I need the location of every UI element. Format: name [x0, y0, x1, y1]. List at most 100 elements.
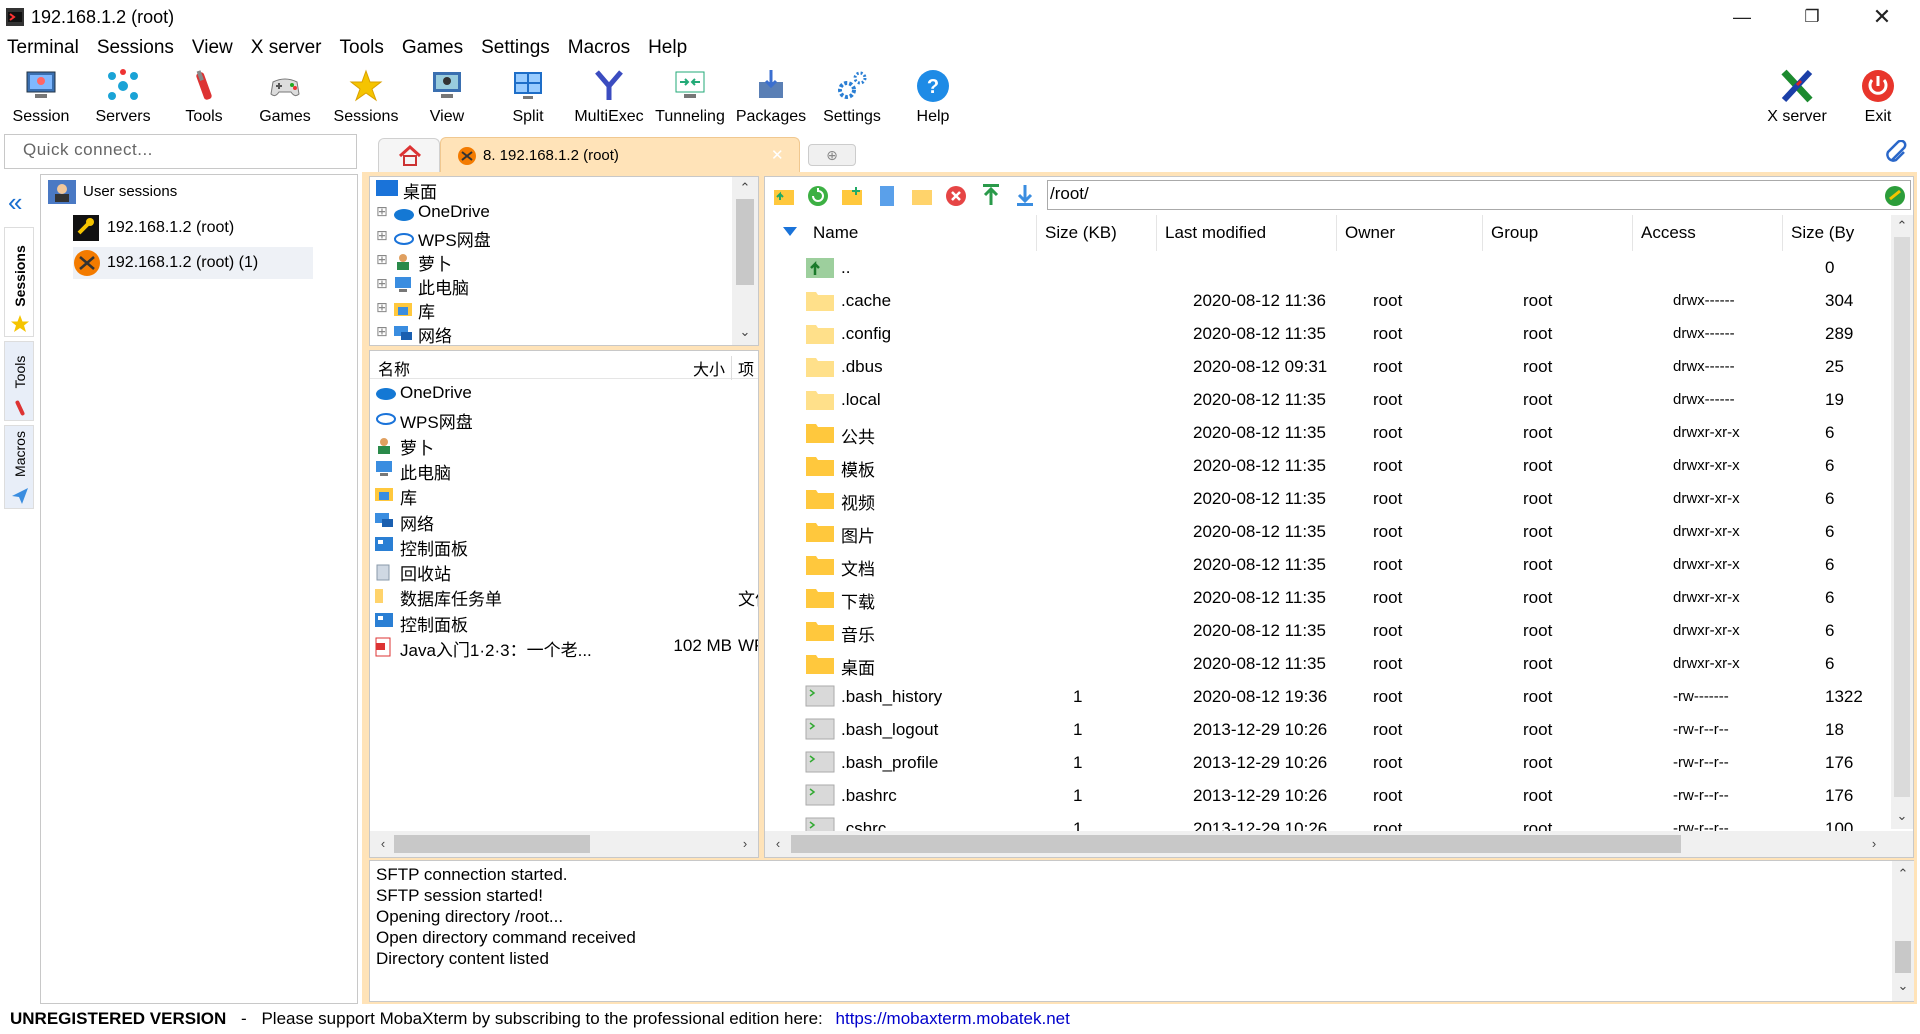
- file-row[interactable]: .config 2020-08-12 11:35 root root drwx-----…: [765, 317, 1889, 350]
- packages-button[interactable]: Packages: [731, 62, 811, 132]
- expand-icon[interactable]: ⊞: [376, 227, 388, 244]
- file-row[interactable]: .bash_logout 1 2013-12-29 10:26 root root -rw…: [765, 713, 1889, 746]
- help-button[interactable]: ? Help: [893, 62, 973, 132]
- col-header-size-bytes[interactable]: Size (By: [1783, 215, 1893, 251]
- local-list-item[interactable]: 数据库任务单 文件: [374, 583, 758, 609]
- log-vscrollbar[interactable]: ⌃ ⌄: [1892, 861, 1914, 1001]
- follow-terminal-icon[interactable]: [1884, 185, 1906, 207]
- file-row[interactable]: 模板 2020-08-12 11:35 root root drwxr-xr-x 6: [765, 449, 1889, 482]
- scroll-up-icon[interactable]: ⌃: [736, 179, 754, 197]
- view-button[interactable]: View: [407, 62, 487, 132]
- scroll-down-icon[interactable]: ⌄: [736, 323, 754, 341]
- file-row[interactable]: .local 2020-08-12 11:35 root root drwx------…: [765, 383, 1889, 416]
- tab-close-icon[interactable]: ✕: [771, 146, 784, 164]
- restore-button[interactable]: ❐: [1782, 0, 1842, 34]
- download-icon[interactable]: [1015, 183, 1035, 207]
- col-header-name[interactable]: 名称: [378, 356, 410, 380]
- col-header-size-kb[interactable]: Size (KB): [1037, 215, 1157, 251]
- file-row[interactable]: .cshrc 1 2013-12-29 10:26 root root -rw-r--r-…: [765, 812, 1889, 831]
- file-row[interactable]: 图片 2020-08-12 11:35 root root drwxr-xr-x 6: [765, 515, 1889, 548]
- col-header-access[interactable]: Access: [1633, 215, 1783, 251]
- session-button[interactable]: Session: [1, 62, 81, 132]
- scroll-up-icon[interactable]: ⌃: [1893, 217, 1911, 235]
- menu-macros[interactable]: Macros: [561, 34, 641, 62]
- expand-icon[interactable]: ⊞: [376, 275, 388, 292]
- scroll-left-icon[interactable]: ‹: [769, 835, 787, 853]
- col-header-last-modified[interactable]: Last modified: [1157, 215, 1337, 251]
- menu-settings[interactable]: Settings: [474, 34, 561, 62]
- log-vscroll-thumb[interactable]: [1895, 941, 1911, 973]
- file-row[interactable]: .bash_history 1 2020-08-12 19:36 root root -r…: [765, 680, 1889, 713]
- scroll-right-icon[interactable]: ›: [1865, 835, 1883, 853]
- side-tab-macros[interactable]: Macros: [4, 425, 34, 509]
- local-list-item[interactable]: 控制面板: [374, 533, 758, 559]
- local-hscroll-thumb[interactable]: [394, 835, 590, 853]
- tab-session-8[interactable]: 8. 192.168.1.2 (root) ✕: [440, 137, 800, 173]
- scroll-right-icon[interactable]: ›: [736, 835, 754, 853]
- delete-icon[interactable]: [945, 185, 967, 207]
- menu-help[interactable]: Help: [641, 34, 698, 62]
- expand-icon[interactable]: ⊞: [376, 203, 388, 220]
- scroll-down-icon[interactable]: ⌄: [1894, 977, 1912, 995]
- new-tab-button[interactable]: ⊕: [808, 144, 856, 166]
- menu-tools[interactable]: Tools: [333, 34, 395, 62]
- local-list-item[interactable]: OneDrive: [374, 381, 758, 406]
- attachment-icon[interactable]: [1884, 140, 1910, 166]
- sessions-button[interactable]: Sessions: [326, 62, 406, 132]
- file-row[interactable]: 下载 2020-08-12 11:35 root root drwxr-xr-x 6: [765, 581, 1889, 614]
- expand-icon[interactable]: ⊞: [376, 299, 388, 316]
- file-row[interactable]: .cache 2020-08-12 11:36 root root drwx------…: [765, 284, 1889, 317]
- multiexec-button[interactable]: MultiExec: [569, 62, 649, 132]
- refresh-icon[interactable]: [807, 185, 829, 207]
- expand-icon[interactable]: ⊞: [376, 323, 388, 340]
- minimize-button[interactable]: —: [1712, 0, 1772, 34]
- local-list-item[interactable]: Java入门1·2·3：一个老... 102 MB WPS: [374, 634, 758, 660]
- remote-vscroll-thumb[interactable]: [1894, 237, 1910, 797]
- side-tab-tools[interactable]: Tools: [4, 341, 34, 421]
- menu-sessions[interactable]: Sessions: [90, 34, 185, 62]
- file-row[interactable]: .dbus 2020-08-12 09:31 root root drwx------ 2…: [765, 350, 1889, 383]
- menu-games[interactable]: Games: [395, 34, 474, 62]
- expand-icon[interactable]: ⊞: [376, 251, 388, 268]
- quick-connect-input[interactable]: Quick connect...: [4, 134, 357, 169]
- scroll-down-icon[interactable]: ⌄: [1893, 807, 1911, 825]
- file-row[interactable]: 视频 2020-08-12 11:35 root root drwxr-xr-x 6: [765, 482, 1889, 515]
- remote-hscroll-thumb[interactable]: [791, 835, 1681, 853]
- file-row[interactable]: .bashrc 1 2013-12-29 10:26 root root -rw-r--r…: [765, 779, 1889, 812]
- games-button[interactable]: Games: [245, 62, 325, 132]
- settings-button[interactable]: Settings: [812, 62, 892, 132]
- file-row[interactable]: 公共 2020-08-12 11:35 root root drwxr-xr-x 6: [765, 416, 1889, 449]
- exit-button[interactable]: Exit: [1838, 62, 1918, 132]
- col-header-name[interactable]: Name: [805, 215, 1037, 251]
- local-list-item[interactable]: 网络: [374, 508, 758, 534]
- local-list-item[interactable]: 库: [374, 482, 758, 508]
- file-row[interactable]: .bash_profile 1 2013-12-29 10:26 root root -r…: [765, 746, 1889, 779]
- tools-button[interactable]: Tools: [164, 62, 244, 132]
- local-list-item[interactable]: 回收站: [374, 558, 758, 584]
- xserver-button[interactable]: X server: [1757, 62, 1837, 132]
- menu-terminal[interactable]: Terminal: [0, 34, 90, 62]
- side-tab-sessions[interactable]: Sessions: [4, 227, 34, 337]
- col-header-group[interactable]: Group: [1483, 215, 1633, 251]
- scroll-up-icon[interactable]: ⌃: [1894, 865, 1912, 883]
- collapse-sidebar-button[interactable]: «: [8, 189, 22, 215]
- remote-vscrollbar[interactable]: ⌃ ⌄: [1891, 215, 1913, 829]
- session-item[interactable]: 192.168.1.2 (root) (1): [73, 247, 313, 279]
- mobatek-link[interactable]: https://mobaxterm.mobatek.net: [836, 1009, 1070, 1028]
- split-button[interactable]: Split: [488, 62, 568, 132]
- file-row[interactable]: 桌面 2020-08-12 11:35 root root drwxr-xr-x 6: [765, 647, 1889, 680]
- local-list-item[interactable]: WPS网盘: [374, 406, 758, 432]
- col-header-owner[interactable]: Owner: [1337, 215, 1483, 251]
- col-header-type[interactable]: 项: [738, 356, 754, 380]
- remote-path-input[interactable]: /root/: [1047, 180, 1911, 210]
- col-header-size[interactable]: 大小: [690, 356, 732, 380]
- scroll-left-icon[interactable]: ‹: [374, 835, 392, 853]
- file-row[interactable]: 音乐 2020-08-12 11:35 root root drwxr-xr-x 6: [765, 614, 1889, 647]
- new-folder-icon[interactable]: [841, 186, 863, 206]
- close-button[interactable]: ✕: [1852, 0, 1912, 34]
- menu-view[interactable]: View: [185, 34, 244, 62]
- file-row[interactable]: 文档 2020-08-12 11:35 root root drwxr-xr-x 6: [765, 548, 1889, 581]
- servers-button[interactable]: Servers: [83, 62, 163, 132]
- tree-scrollbar[interactable]: ⌃ ⌄: [732, 177, 758, 345]
- session-item[interactable]: 192.168.1.2 (root): [73, 215, 263, 243]
